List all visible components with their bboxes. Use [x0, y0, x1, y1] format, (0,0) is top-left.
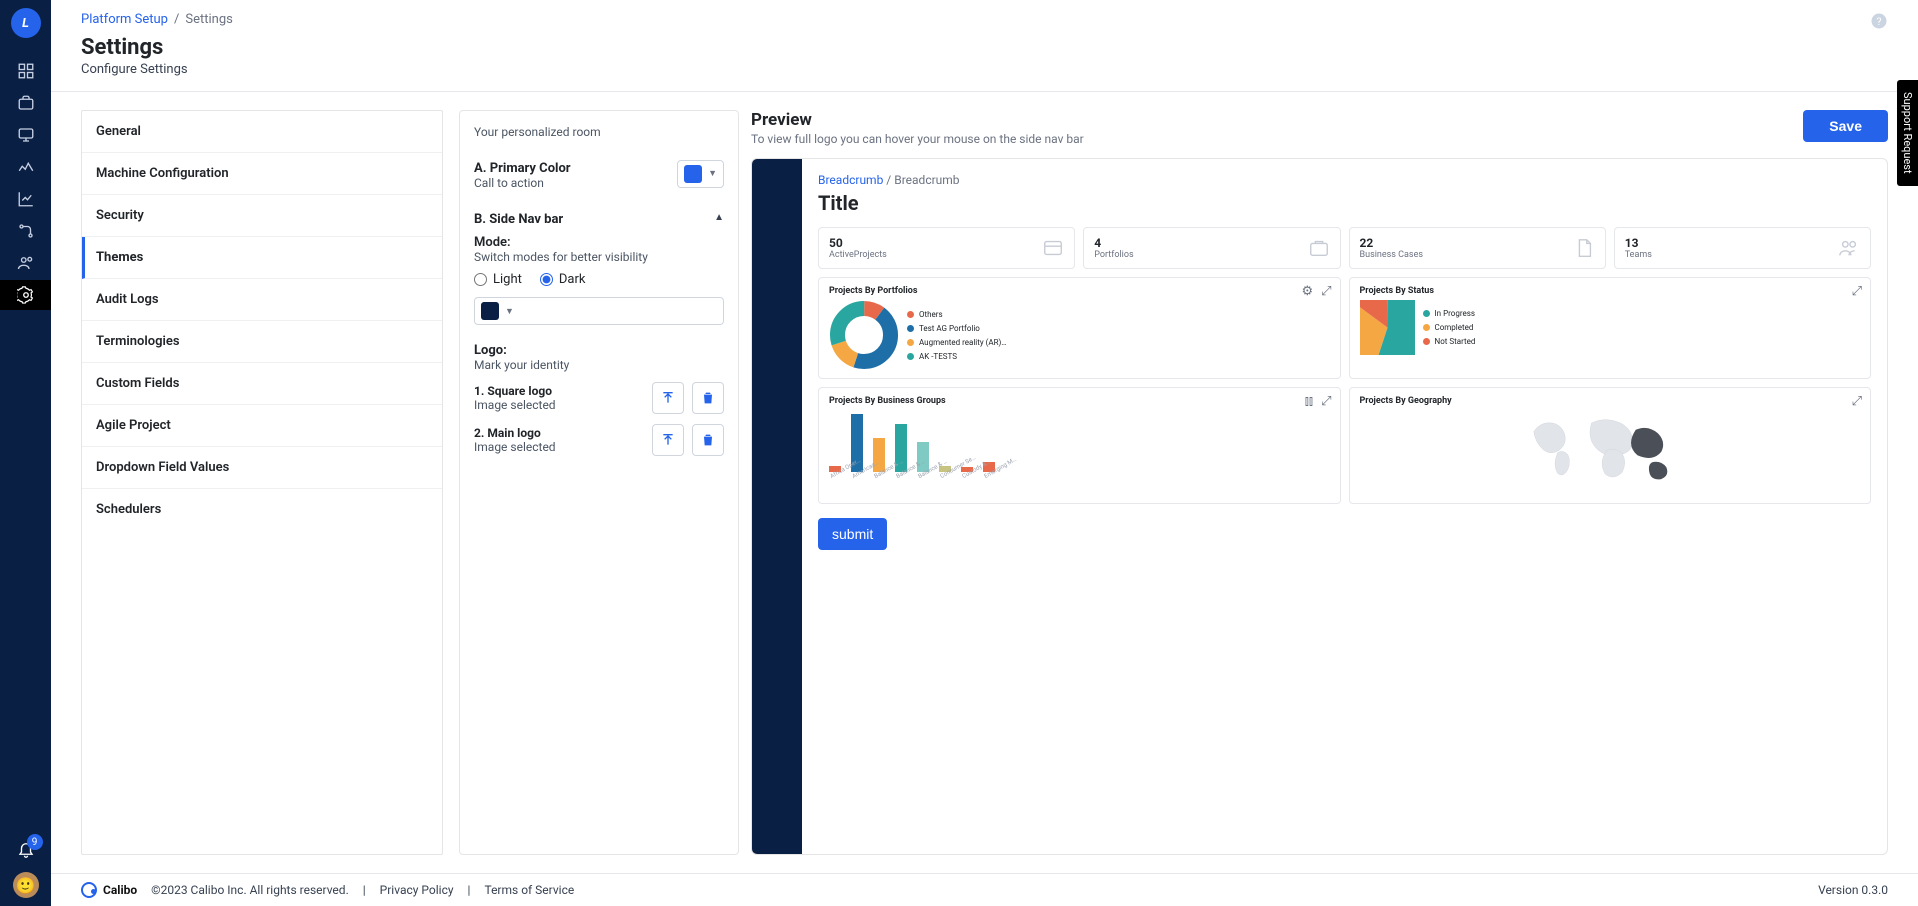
sidenav-color-picker[interactable]: ▼	[474, 297, 724, 325]
stat-card: 4Portfolios	[1083, 227, 1340, 269]
preview-page-title: Title	[818, 191, 1871, 215]
settings-sidebar: GeneralMachine ConfigurationSecurityThem…	[81, 110, 443, 855]
help-icon[interactable]: ?	[1870, 12, 1888, 34]
preview-hint: To view full logo you can hover your mou…	[751, 132, 1084, 146]
primary-color-hint: Call to action	[474, 176, 571, 190]
preview-breadcrumb-link[interactable]: Breadcrumb	[818, 173, 883, 187]
rail-activity-icon[interactable]	[0, 152, 51, 182]
user-avatar[interactable]: 🙂	[13, 872, 39, 898]
rail-briefcase-icon[interactable]	[0, 88, 51, 118]
page-subtitle: Configure Settings	[81, 62, 1888, 77]
settings-tab-general[interactable]: General	[82, 111, 442, 153]
panel-title: Projects By Status	[1360, 286, 1861, 296]
preview-title: Preview	[751, 110, 1084, 130]
save-button[interactable]: Save	[1803, 110, 1888, 142]
main-logo-delete-button[interactable]	[692, 424, 724, 456]
square-logo-upload-button[interactable]	[652, 382, 684, 414]
mode-hint: Switch modes for better visibility	[474, 250, 724, 264]
rail-pipeline-icon[interactable]	[0, 216, 51, 246]
settings-tab-dropdown-field-values[interactable]: Dropdown Field Values	[82, 447, 442, 489]
panel-status: Projects By Status ⤢ In ProgressComplete…	[1349, 277, 1872, 379]
expand-icon[interactable]: ⤢	[1852, 394, 1862, 409]
rail-chart-icon[interactable]	[0, 184, 51, 214]
footer-terms-link[interactable]: Terms of Service	[484, 883, 574, 897]
panel-title: Projects By Business Groups	[829, 396, 1330, 406]
settings-tab-themes[interactable]: Themes	[82, 237, 442, 279]
settings-tab-security[interactable]: Security	[82, 195, 442, 237]
main-logo-label: 2. Main logo	[474, 426, 556, 440]
rail-nav	[0, 56, 51, 310]
stat-card: 50ActiveProjects	[818, 227, 1075, 269]
rail-settings-icon[interactable]	[0, 280, 51, 310]
breadcrumb-current: Settings	[185, 12, 232, 27]
world-map	[1360, 406, 1861, 491]
pie-chart	[1360, 300, 1415, 355]
primary-color-label: A. Primary Color	[474, 161, 571, 176]
app-logo[interactable]: L	[11, 8, 41, 38]
breadcrumb-parent[interactable]: Platform Setup	[81, 12, 168, 27]
preview-breadcrumb: Breadcrumb / Breadcrumb	[818, 173, 1871, 187]
logo-label: Logo:	[474, 343, 724, 358]
expand-icon[interactable]: ⤢	[1321, 284, 1331, 299]
rail-monitor-icon[interactable]	[0, 120, 51, 150]
mode-dark-radio[interactable]: Dark	[540, 272, 586, 287]
settings-tab-terminologies[interactable]: Terminologies	[82, 321, 442, 363]
settings-tab-audit-logs[interactable]: Audit Logs	[82, 279, 442, 321]
primary-color-picker[interactable]: ▼	[677, 160, 724, 188]
sidenav-label: B. Side Nav bar	[474, 212, 563, 227]
main-logo-status: Image selected	[474, 440, 556, 454]
config-room-label: Your personalized room	[474, 125, 724, 139]
page-header: ? Platform Setup / Settings Settings Con…	[51, 0, 1918, 92]
settings-icon[interactable]: ⚙	[1301, 284, 1313, 299]
preview-submit-button[interactable]: submit	[818, 518, 887, 550]
theme-config-panel: Your personalized room A. Primary Color …	[459, 110, 739, 855]
panel-business-groups: Projects By Business Groups ⫾⫾⤢ Africa O…	[818, 387, 1341, 504]
main-logo-upload-button[interactable]	[652, 424, 684, 456]
notifications-badge: 9	[27, 834, 43, 850]
mode-label: Mode:	[474, 235, 724, 250]
panel-portfolios: Projects By Portfolios ⚙⤢ OthersTest AG …	[818, 277, 1341, 379]
footer: Calibo ©2023 Calibo Inc. All rights rese…	[51, 873, 1918, 906]
expand-icon[interactable]: ⤢	[1321, 394, 1331, 409]
rail-users-icon[interactable]	[0, 248, 51, 278]
stat-card: 13Teams	[1614, 227, 1871, 269]
settings-tab-machine-configuration[interactable]: Machine Configuration	[82, 153, 442, 195]
footer-copyright: ©2023 Calibo Inc. All rights reserved.	[151, 883, 349, 897]
bar-icon[interactable]: ⫾⫾	[1305, 394, 1313, 409]
footer-version: Version 0.3.0	[1818, 883, 1888, 897]
notifications-button[interactable]: 9	[17, 840, 35, 862]
svg-text:?: ?	[1877, 15, 1882, 28]
square-logo-label: 1. Square logo	[474, 384, 556, 398]
support-request-tab[interactable]: Support Request	[1897, 80, 1918, 186]
preview-frame: Breadcrumb / Breadcrumb Title 50ActivePr…	[751, 158, 1888, 855]
panel-geography: Projects By Geography ⤢	[1349, 387, 1872, 504]
footer-privacy-link[interactable]: Privacy Policy	[380, 883, 454, 897]
settings-tab-agile-project[interactable]: Agile Project	[82, 405, 442, 447]
logo-hint: Mark your identity	[474, 358, 724, 372]
panel-title: Projects By Portfolios	[829, 286, 1330, 296]
rail-dashboard-icon[interactable]	[0, 56, 51, 86]
expand-icon[interactable]: ⤢	[1852, 284, 1862, 299]
settings-tab-schedulers[interactable]: Schedulers	[82, 489, 442, 530]
app-rail: L 9 🙂	[0, 0, 51, 906]
mode-light-radio[interactable]: Light	[474, 272, 522, 287]
square-logo-status: Image selected	[474, 398, 556, 412]
settings-tab-custom-fields[interactable]: Custom Fields	[82, 363, 442, 405]
preview-breadcrumb-current: Breadcrumb	[894, 173, 959, 187]
footer-brand: Calibo	[81, 882, 137, 898]
square-logo-delete-button[interactable]	[692, 382, 724, 414]
panel-title: Projects By Geography	[1360, 396, 1861, 406]
page-title: Settings	[81, 35, 1888, 60]
collapse-icon[interactable]: ▲	[714, 212, 724, 223]
stat-card: 22Business Cases	[1349, 227, 1606, 269]
breadcrumb: Platform Setup / Settings	[81, 12, 1870, 27]
preview-rail	[752, 159, 802, 854]
donut-chart	[829, 300, 899, 370]
